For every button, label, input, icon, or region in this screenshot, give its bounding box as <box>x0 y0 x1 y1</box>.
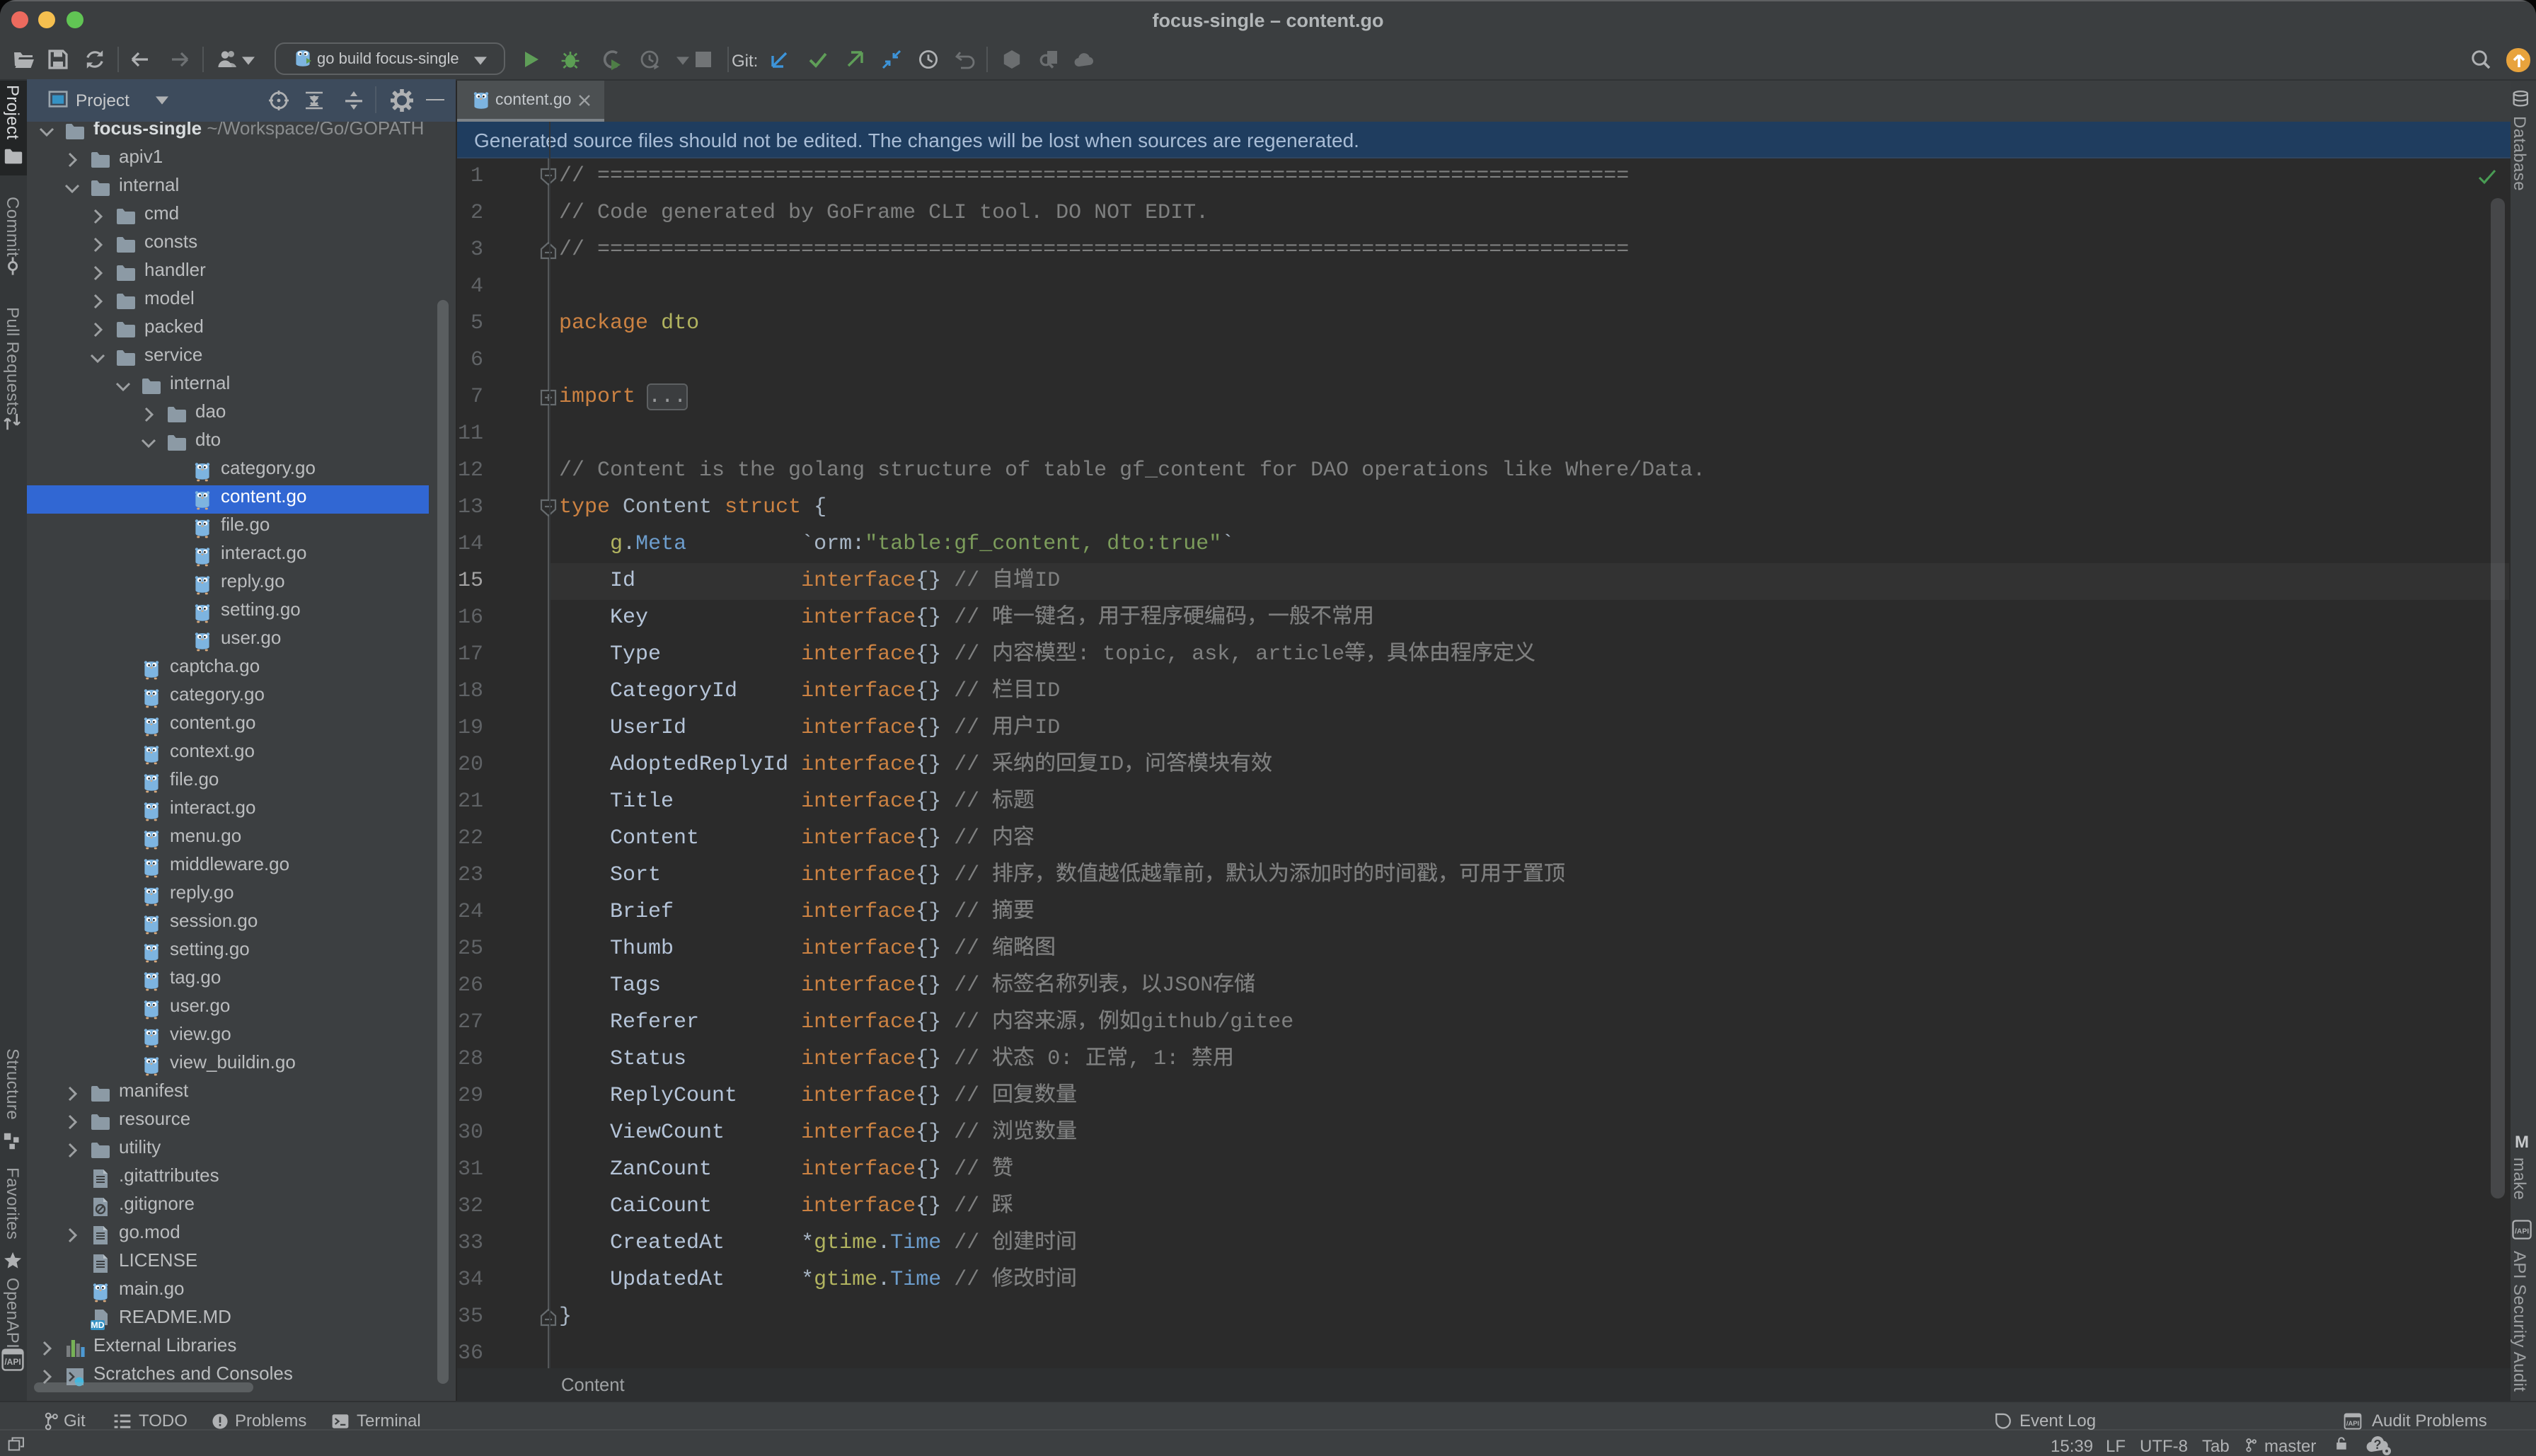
svg-text:MD: MD <box>91 1320 104 1330</box>
svg-text:/API: /API <box>2514 1228 2528 1236</box>
svg-text:/API: /API <box>2346 1419 2359 1426</box>
svg-text:/API: /API <box>4 1357 21 1367</box>
svg-text:?: ? <box>2374 1438 2382 1452</box>
